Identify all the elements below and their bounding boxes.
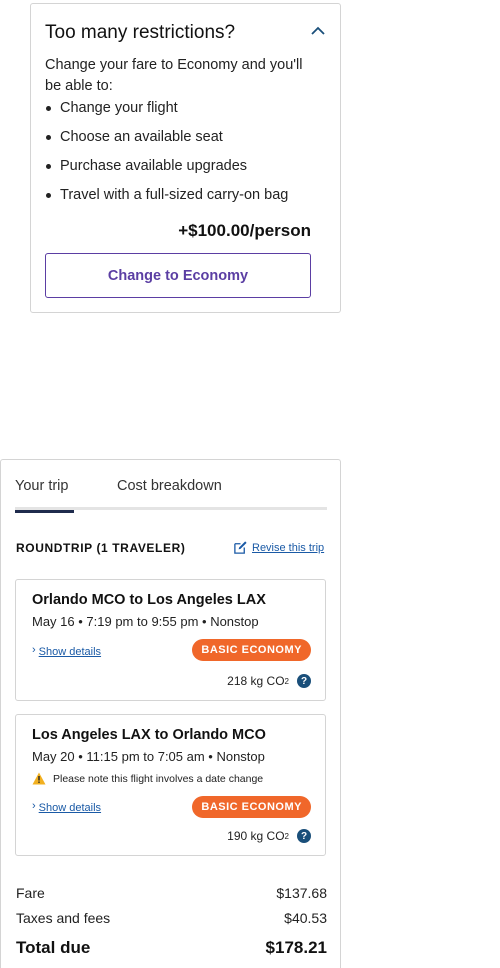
help-icon[interactable]: ? [297,674,311,688]
taxes-value: $40.53 [284,910,327,926]
benefit-item: Choose an available seat [45,127,288,156]
fare-class-badge: BASIC ECONOMY [192,639,311,661]
chevron-right-icon: › [32,800,36,812]
co2-subscript: 2 [284,676,289,686]
co2-value: 190 kg CO [227,829,285,843]
fare-value: $137.68 [276,885,327,901]
total-label: Total due [16,938,91,957]
fare-class-badge: BASIC ECONOMY [192,796,311,818]
benefits-list: Change your flight Choose an available s… [45,98,288,214]
taxes-label: Taxes and fees [16,910,111,926]
flight-time: May 16 • 7:19 pm to 9:55 pm • Nonstop [32,614,259,629]
co2-subscript: 2 [284,831,289,841]
flight-route: Los Angeles LAX to Orlando MCO [32,727,266,743]
help-icon[interactable]: ? [297,829,311,843]
benefit-item: Change your flight [45,98,288,127]
flight-card-outbound: Orlando MCO to Los Angeles LAX May 16 • … [15,579,326,701]
upsell-intro: Change your fare to Economy and you'll b… [45,57,303,94]
show-details-label: Show details [38,802,102,814]
benefit-item: Travel with a full-sized carry-on bag [45,185,288,214]
total-value: $178.21 [265,938,327,957]
upsell-title: Too many restrictions? [45,22,236,43]
co2-emissions: 190 kg CO 2 ? [227,829,311,843]
total-row: Total due $178.21 [16,938,327,962]
upsell-card: Too many restrictions? Change your fare … [30,3,341,313]
flight-route: Orlando MCO to Los Angeles LAX [32,592,266,608]
chevron-right-icon: › [32,644,36,656]
tab-your-trip[interactable]: Your trip [15,478,74,513]
tab-cost-breakdown[interactable]: Cost breakdown [117,478,222,494]
fare-label: Fare [16,885,45,901]
fare-row: Fare $137.68 [16,885,327,905]
benefit-item: Purchase available upgrades [45,156,288,185]
edit-icon [234,541,247,554]
revise-trip-link[interactable]: Revise this trip [233,540,324,555]
change-to-economy-button[interactable]: Change to Economy [45,253,311,298]
co2-emissions: 218 kg CO 2 ? [227,674,311,688]
flight-card-return: Los Angeles LAX to Orlando MCO May 20 • … [15,714,326,856]
flight-time: May 20 • 11:15 pm to 7:05 am • Nonstop [32,749,265,764]
co2-value: 218 kg CO [227,674,285,688]
trip-tabs: Your trip Cost breakdown [15,478,327,513]
show-details-link[interactable]: › Show details [32,800,101,814]
upgrade-price: +$100.00/person [178,221,311,240]
date-change-text: Please note this flight involves a date … [53,772,264,785]
show-details-label: Show details [38,646,102,658]
taxes-row: Taxes and fees $40.53 [16,910,327,930]
chevron-up-icon[interactable] [310,23,326,39]
roundtrip-label: ROUNDTRIP (1 TRAVELER) [16,541,186,555]
show-details-link[interactable]: › Show details [32,644,101,658]
revise-trip-label: Revise this trip [252,541,325,554]
warning-icon [32,772,46,785]
trip-summary-panel: Your trip Cost breakdown ROUNDTRIP (1 TR… [0,459,341,968]
date-change-notice: Please note this flight involves a date … [32,772,263,785]
